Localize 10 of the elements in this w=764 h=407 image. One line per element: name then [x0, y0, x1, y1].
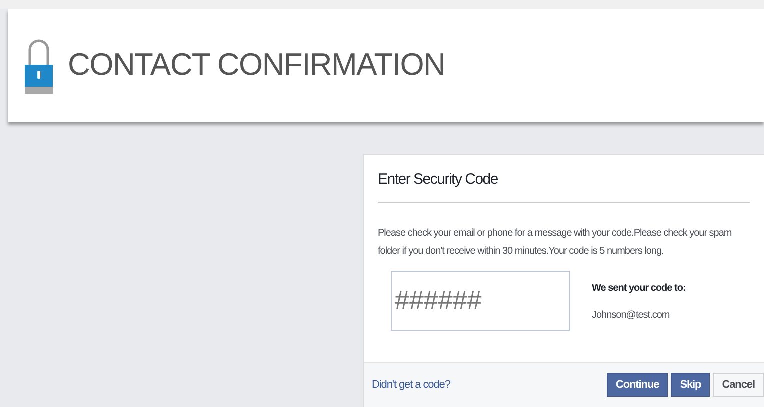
email-address: Johnson@test.com: [592, 308, 671, 322]
sent-label: We sent your code to:: [592, 282, 686, 296]
page-title: CONTACT CONFIRMATION: [68, 46, 446, 84]
dialog-title: Enter Security Code: [378, 169, 750, 202]
primary-button[interactable]: Continue: [606, 373, 668, 397]
help-link[interactable]: Didn't get a code?: [372, 376, 450, 394]
code-field[interactable]: ######: [391, 270, 570, 330]
primary-button[interactable]: Skip: [671, 373, 710, 397]
instruction-text: Please check your email or phone for a message with your code.Please check your spam folder if you don't receive within 30 minutes.Your code is 5 numbers long.: [377, 226, 733, 258]
secondary-button[interactable]: Cancel: [713, 373, 764, 397]
